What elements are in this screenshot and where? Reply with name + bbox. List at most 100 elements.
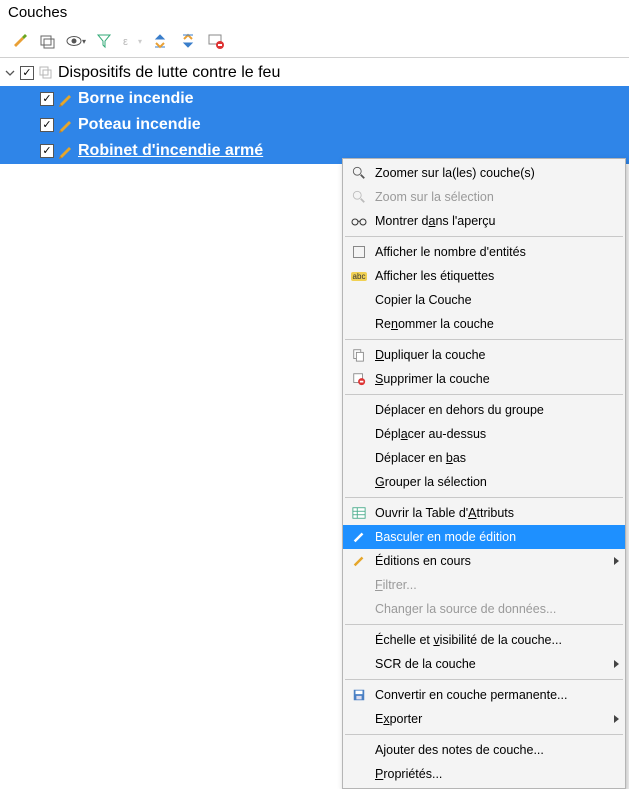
blank-icon <box>347 400 371 420</box>
menu-item-label: Basculer en mode édition <box>375 530 516 544</box>
menu-item-label: Déplacer en bas <box>375 451 466 465</box>
menu-move-down[interactable]: Déplacer en bas <box>343 446 625 470</box>
menu-duplicate[interactable]: Dupliquer la couche <box>343 343 625 367</box>
menu-scale-vis[interactable]: Échelle et visibilité de la couche... <box>343 628 625 652</box>
layer-label: Robinet d'incendie armé <box>78 140 263 162</box>
menu-layer-crs[interactable]: SCR de la couche <box>343 652 625 676</box>
menu-change-src: Changer la source de données... <box>343 597 625 621</box>
style-button[interactable] <box>8 29 32 53</box>
magnify-icon <box>347 163 371 183</box>
remove-icon <box>347 369 371 389</box>
blank-icon <box>347 575 371 595</box>
menu-item-label: Exporter <box>375 712 422 726</box>
collapse-all-button[interactable] <box>176 29 200 53</box>
submenu-arrow-icon <box>614 660 619 668</box>
expander-icon[interactable] <box>4 67 16 79</box>
chevron-down-icon: ▾ <box>138 37 142 46</box>
visibility-checkbox[interactable] <box>40 92 54 106</box>
menu-copy-layer[interactable]: Copier la Couche <box>343 288 625 312</box>
menu-item-label: Dupliquer la couche <box>375 348 486 362</box>
blank-icon <box>347 472 371 492</box>
menu-move-up[interactable]: Déplacer au-dessus <box>343 422 625 446</box>
menu-separator <box>345 339 623 340</box>
magnify-icon <box>347 187 371 207</box>
filter-button[interactable] <box>92 29 116 53</box>
remove-layer-button[interactable] <box>204 29 228 53</box>
layers-tree[interactable]: Dispositifs de lutte contre le feu Borne… <box>0 58 629 166</box>
layer-label: Poteau incendie <box>78 114 201 136</box>
checkbox-icon <box>347 242 371 262</box>
menu-properties[interactable]: Propriétés... <box>343 762 625 786</box>
menu-item-label: Zoom sur la sélection <box>375 190 494 204</box>
pencil-icon <box>347 551 371 571</box>
blank-icon <box>347 599 371 619</box>
menu-item-label: SCR de la couche <box>375 657 476 671</box>
menu-export[interactable]: Exporter <box>343 707 625 731</box>
chevron-down-icon: ▾ <box>82 37 86 46</box>
menu-item-label: Éditions en cours <box>375 554 471 568</box>
pencil-icon <box>347 527 371 547</box>
visibility-button[interactable]: ▾ <box>64 29 88 53</box>
menu-toggle-edit[interactable]: Basculer en mode édition <box>343 525 625 549</box>
submenu-arrow-icon <box>614 557 619 565</box>
menu-item-label: Zoomer sur la(les) couche(s) <box>375 166 535 180</box>
abc-icon: abc <box>347 266 371 286</box>
layer-row[interactable]: Borne incendie <box>0 86 629 112</box>
blank-icon <box>347 654 371 674</box>
menu-feature-count[interactable]: Afficher le nombre d'entités <box>343 240 625 264</box>
menu-item-label: Déplacer au-dessus <box>375 427 486 441</box>
menu-open-attr[interactable]: Ouvrir la Table d'Attributs <box>343 501 625 525</box>
collapse-icon <box>180 33 196 49</box>
svg-text:ε: ε <box>123 36 128 48</box>
layer-context-menu: Zoomer sur la(les) couche(s) Zoom sur la … <box>342 158 626 789</box>
menu-separator <box>345 679 623 680</box>
table-icon <box>347 503 371 523</box>
group-label: Dispositifs de lutte contre le feu <box>58 62 280 84</box>
menu-group-sel[interactable]: Grouper la sélection <box>343 470 625 494</box>
menu-show-labels[interactable]: abc Afficher les étiquettes <box>343 264 625 288</box>
visibility-checkbox[interactable] <box>40 144 54 158</box>
menu-make-perm[interactable]: Convertir en couche permanente... <box>343 683 625 707</box>
group-icon <box>40 33 56 49</box>
menu-remove[interactable]: Supprimer la couche <box>343 367 625 391</box>
blank-icon <box>347 314 371 334</box>
expand-icon <box>152 33 168 49</box>
add-group-button[interactable] <box>36 29 60 53</box>
expression-icon: ε <box>122 33 138 49</box>
menu-item-label: Afficher le nombre d'entités <box>375 245 526 259</box>
visibility-checkbox[interactable] <box>40 118 54 132</box>
layer-group-row[interactable]: Dispositifs de lutte contre le feu <box>0 60 629 86</box>
menu-current-edits[interactable]: Éditions en cours <box>343 549 625 573</box>
visibility-checkbox[interactable] <box>20 66 34 80</box>
expression-button[interactable]: ε ▾ <box>120 29 144 53</box>
menu-zoom-sel: Zoom sur la sélection <box>343 185 625 209</box>
eye-icon <box>66 33 82 49</box>
menu-item-label: Filtrer... <box>375 578 417 592</box>
remove-layer-icon <box>208 33 224 49</box>
menu-item-label: Grouper la sélection <box>375 475 487 489</box>
blank-icon <box>347 709 371 729</box>
menu-rename-layer[interactable]: Renommer la couche <box>343 312 625 336</box>
menu-item-label: Ajouter des notes de couche... <box>375 743 544 757</box>
menu-zoom-layers[interactable]: Zoomer sur la(les) couche(s) <box>343 161 625 185</box>
menu-item-label: Montrer dans l'aperçu <box>375 214 496 228</box>
layer-row[interactable]: Poteau incendie <box>0 112 629 138</box>
blank-icon <box>347 448 371 468</box>
menu-item-label: Convertir en couche permanente... <box>375 688 567 702</box>
blank-icon <box>347 424 371 444</box>
menu-separator <box>345 236 623 237</box>
blank-icon <box>347 740 371 760</box>
menu-move-out[interactable]: Déplacer en dehors du groupe <box>343 398 625 422</box>
menu-show-overview[interactable]: Montrer dans l'aperçu <box>343 209 625 233</box>
menu-item-label: Ouvrir la Table d'Attributs <box>375 506 514 520</box>
menu-separator <box>345 734 623 735</box>
expand-all-button[interactable] <box>148 29 172 53</box>
menu-item-label: Supprimer la couche <box>375 372 490 386</box>
menu-item-label: Déplacer en dehors du groupe <box>375 403 544 417</box>
menu-item-label: Afficher les étiquettes <box>375 269 494 283</box>
funnel-icon <box>96 33 112 49</box>
menu-filter: Filtrer... <box>343 573 625 597</box>
menu-separator <box>345 497 623 498</box>
menu-layer-notes[interactable]: Ajouter des notes de couche... <box>343 738 625 762</box>
menu-item-label: Copier la Couche <box>375 293 472 307</box>
